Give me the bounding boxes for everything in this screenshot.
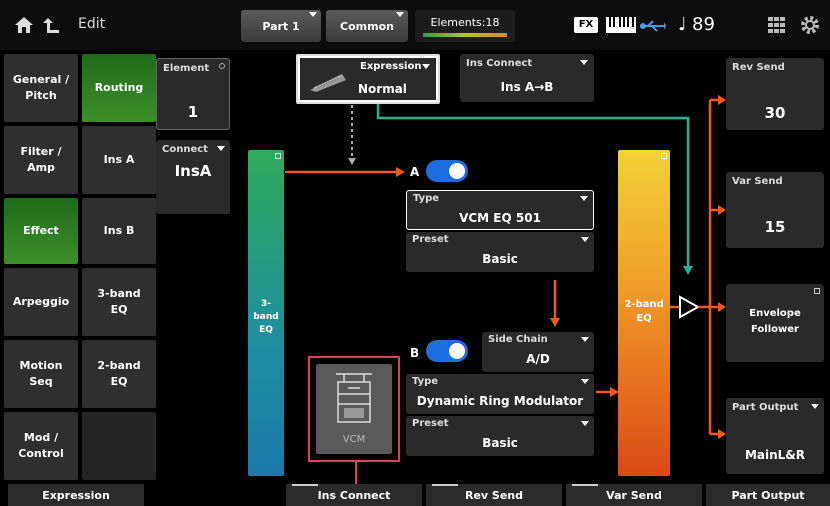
ins-b-toggle[interactable]	[426, 340, 468, 362]
expression-pedal-icon	[308, 68, 348, 98]
ins-connect-value: Ins A→B	[500, 80, 554, 94]
connect-select[interactable]: Connect InsA	[156, 140, 230, 214]
bottom-tab-rev-send[interactable]: Rev Send	[426, 484, 562, 506]
preset-label: Preset	[412, 418, 449, 429]
bottom-tab-label: Ins Connect	[317, 488, 391, 502]
bottom-tab-label: Part Output	[731, 488, 805, 502]
expression-select[interactable]: Expression Normal	[296, 54, 440, 104]
ins-a-letter: A	[410, 165, 420, 179]
edit-corner-icon	[275, 153, 281, 159]
bottom-tab-part-output[interactable]: Part Output	[706, 484, 830, 506]
element-indicator-icon	[219, 63, 225, 69]
envelope-follower-button[interactable]: Envelope Follower	[726, 284, 824, 362]
tab-indicator	[292, 484, 318, 486]
vcm-button[interactable]: VCM	[316, 364, 392, 454]
dropdown-icon	[580, 196, 588, 201]
tab-indicator	[572, 484, 598, 486]
side-chain-value: A/D	[526, 352, 550, 366]
dropdown-icon	[811, 404, 819, 409]
edit-corner-icon	[661, 153, 667, 159]
eq2-label: 2-band EQ	[624, 299, 664, 324]
part-output-label: Part Output	[732, 402, 799, 413]
bottom-tab-ins-connect[interactable]: Ins Connect	[286, 484, 422, 506]
expression-label: Expression	[360, 61, 422, 72]
ins-b-type-select[interactable]: Type Dynamic Ring Modulator	[406, 374, 594, 414]
part-output-select[interactable]: Part Output MainL&R	[726, 398, 824, 474]
ins-a-type-select[interactable]: Type VCM EQ 501	[406, 190, 594, 230]
eq2-block[interactable]: 2-band EQ	[618, 150, 670, 476]
ins-connect-label: Ins Connect	[466, 58, 533, 69]
preset-label: Preset	[412, 234, 449, 245]
side-chain-label: Side Chain	[488, 334, 548, 345]
ins-b-preset-value: Basic	[482, 436, 518, 450]
rev-send-field[interactable]: Rev Send 30	[726, 58, 824, 130]
ins-b-type-value: Dynamic Ring Modulator	[416, 394, 584, 408]
rev-send-label: Rev Send	[732, 62, 785, 73]
var-send-field[interactable]: Var Send 15	[726, 172, 824, 248]
var-send-label: Var Send	[732, 176, 783, 187]
ins-a-preset-value: Basic	[482, 252, 518, 266]
tab-indicator	[432, 484, 458, 486]
bottom-tab-var-send[interactable]: Var Send	[566, 484, 702, 506]
dropdown-icon	[217, 146, 225, 151]
element-box[interactable]: Element 1	[156, 58, 230, 130]
type-label: Type	[412, 376, 439, 387]
bottom-tab-label: Rev Send	[464, 488, 524, 502]
dropdown-icon	[422, 64, 430, 69]
dropdown-icon	[581, 421, 589, 426]
connect-value: InsA	[174, 162, 212, 180]
connect-label: Connect	[162, 144, 208, 155]
ins-b-preset-select[interactable]: Preset Basic	[406, 416, 594, 456]
bottom-tab-label: Var Send	[606, 488, 662, 502]
type-label: Type	[413, 193, 440, 204]
ins-a-toggle[interactable]	[426, 160, 468, 182]
var-send-value: 15	[764, 218, 786, 236]
rev-send-value: 30	[764, 104, 786, 122]
ins-connect-select[interactable]: Ins Connect Ins A→B	[460, 54, 594, 102]
expression-value: Normal	[358, 82, 407, 96]
dropdown-icon	[581, 237, 589, 242]
element-value: 1	[187, 103, 199, 121]
eq3-label: 3-band EQ	[253, 299, 279, 335]
dropdown-icon	[581, 379, 589, 384]
dropdown-icon	[580, 60, 588, 65]
edit-corner-icon	[814, 288, 820, 294]
bottom-tab-expression[interactable]: Expression	[8, 484, 144, 506]
eq3-block[interactable]: 3-band EQ	[248, 150, 284, 476]
toggle-knob	[449, 163, 465, 179]
envelope-follower-label: Envelope Follower	[749, 308, 801, 335]
dropdown-icon	[581, 337, 589, 342]
ins-b-letter: B	[410, 346, 420, 360]
ins-a-type-value: VCM EQ 501	[459, 211, 541, 225]
part-output-value: MainL&R	[744, 448, 806, 462]
vcm-rack-icon	[334, 372, 374, 428]
side-chain-select[interactable]: Side Chain A/D	[482, 332, 594, 372]
element-label: Element	[163, 63, 210, 74]
bottom-tab-label: Expression	[42, 488, 110, 502]
ins-a-preset-select[interactable]: Preset Basic	[406, 232, 594, 272]
vcm-label: VCM	[342, 434, 366, 445]
toggle-knob	[449, 343, 465, 359]
